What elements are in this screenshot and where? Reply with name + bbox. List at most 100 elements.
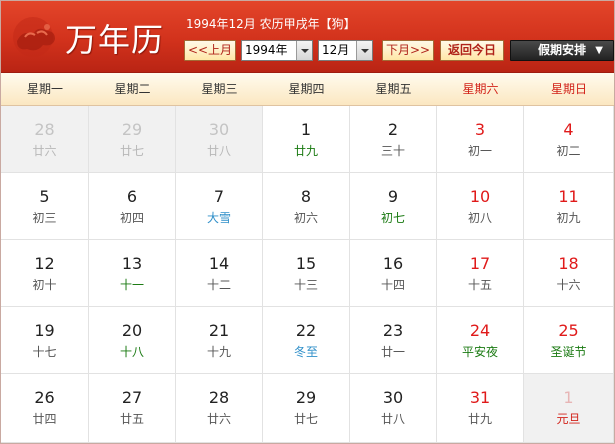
day-cell[interactable]: 3 初一 xyxy=(437,106,524,173)
lunar-date: 初二 xyxy=(556,144,581,158)
day-number: 22 xyxy=(295,321,317,340)
day-cell[interactable]: 9 初七 xyxy=(350,173,437,240)
lunar-date: 三十 xyxy=(380,144,405,158)
app-title: 万年历 xyxy=(65,21,165,59)
year-value: 1994年 xyxy=(245,43,288,57)
lunar-date: 十四 xyxy=(380,278,405,292)
day-number: 24 xyxy=(469,321,491,340)
weekday-label: 星期四 xyxy=(288,82,325,96)
weekday-header: 星期一 星期二 星期三 星期四 星期五 星期六 星期日 xyxy=(1,73,614,106)
lunar-date: 初四 xyxy=(119,211,144,225)
today-button[interactable]: 返回今日 xyxy=(440,40,504,61)
day-cell[interactable]: 31 廿九 xyxy=(437,374,524,443)
lunar-date: 廿九 xyxy=(467,412,492,426)
day-number: 7 xyxy=(213,187,225,206)
day-cell[interactable]: 20 十八 xyxy=(89,307,176,374)
day-cell[interactable]: 14 十二 xyxy=(176,240,263,307)
lunar-date: 初十 xyxy=(32,278,57,292)
lunar-date: 十三 xyxy=(293,278,318,292)
day-cell[interactable]: 5 初三 xyxy=(1,173,89,240)
day-cell[interactable]: 11 初九 xyxy=(524,173,614,240)
chevron-down-icon[interactable] xyxy=(356,41,372,60)
calendar: 万年历 1994年12月 农历甲戌年【狗】 <<上月 1994年 12月 下月>… xyxy=(0,0,615,444)
day-cell[interactable]: 21 十九 xyxy=(176,307,263,374)
day-cell[interactable]: 29 廿七 xyxy=(89,106,176,173)
day-cell[interactable]: 2 三十 xyxy=(350,106,437,173)
day-cell[interactable]: 25 圣诞节 xyxy=(524,307,614,374)
day-number: 23 xyxy=(382,321,404,340)
weekday-label: 星期六 xyxy=(462,82,499,96)
lunar-date: 圣诞节 xyxy=(550,345,587,359)
chevron-down-icon[interactable] xyxy=(296,41,312,60)
day-number: 8 xyxy=(300,187,312,206)
day-cell[interactable]: 13 十一 xyxy=(89,240,176,307)
day-number: 11 xyxy=(558,187,579,206)
weekday-label: 星期五 xyxy=(375,82,412,96)
lunar-date: 初七 xyxy=(380,211,405,225)
day-cell[interactable]: 30 廿八 xyxy=(350,374,437,443)
day-cell[interactable]: 12 初十 xyxy=(1,240,89,307)
day-cell[interactable]: 17 十五 xyxy=(437,240,524,307)
lunar-date: 廿八 xyxy=(206,144,231,158)
day-number: 16 xyxy=(382,254,404,273)
day-number: 1 xyxy=(563,388,574,407)
day-cell[interactable]: 18 十六 xyxy=(524,240,614,307)
day-number: 31 xyxy=(469,388,491,407)
lunar-date: 廿七 xyxy=(119,144,144,158)
day-number: 27 xyxy=(121,388,143,407)
holiday-schedule-button[interactable]: 假期安排 ▼ xyxy=(510,40,614,61)
day-cell[interactable]: 26 廿四 xyxy=(1,374,89,443)
lunar-date: 十一 xyxy=(119,278,144,292)
day-cell[interactable]: 10 初八 xyxy=(437,173,524,240)
day-number: 10 xyxy=(469,187,491,206)
day-cell[interactable]: 28 廿六 xyxy=(1,106,89,173)
holiday-schedule-label: 假期安排 xyxy=(537,43,586,57)
day-cell[interactable]: 7 大雪 xyxy=(176,173,263,240)
day-cell[interactable]: 27 廿五 xyxy=(89,374,176,443)
lunar-date: 十八 xyxy=(119,345,144,359)
lunar-date: 大雪 xyxy=(206,211,231,225)
day-cell[interactable]: 19 十七 xyxy=(1,307,89,374)
lunar-date: 初九 xyxy=(556,211,581,225)
lunar-date: 初三 xyxy=(32,211,57,225)
weekday-label: 星期一 xyxy=(26,82,63,96)
day-cell[interactable]: 1 元旦 xyxy=(524,374,614,443)
next-month-button[interactable]: 下月>> xyxy=(382,40,434,61)
day-number: 18 xyxy=(558,254,579,273)
day-cell[interactable]: 22 冬至 xyxy=(263,307,350,374)
day-number: 30 xyxy=(382,388,404,407)
day-cell[interactable]: 28 廿六 xyxy=(176,374,263,443)
calendar-header: 万年历 1994年12月 农历甲戌年【狗】 <<上月 1994年 12月 下月>… xyxy=(1,1,614,73)
lunar-date: 初八 xyxy=(467,211,492,225)
day-number: 20 xyxy=(121,321,143,340)
day-cell[interactable]: 15 十三 xyxy=(263,240,350,307)
day-cell[interactable]: 4 初二 xyxy=(524,106,614,173)
lunar-date: 廿九 xyxy=(293,144,318,158)
lunar-date: 初一 xyxy=(467,144,492,158)
prev-month-button[interactable]: <<上月 xyxy=(184,40,236,61)
day-cell[interactable]: 29 廿七 xyxy=(263,374,350,443)
day-number: 28 xyxy=(208,388,230,407)
day-number: 6 xyxy=(126,187,138,206)
day-cell[interactable]: 8 初六 xyxy=(263,173,350,240)
lunar-date: 平安夜 xyxy=(461,345,498,359)
day-cell[interactable]: 23 廿一 xyxy=(350,307,437,374)
day-number: 29 xyxy=(295,388,317,407)
day-cell[interactable]: 30 廿八 xyxy=(176,106,263,173)
day-number: 2 xyxy=(387,120,399,139)
day-cell[interactable]: 6 初四 xyxy=(89,173,176,240)
day-cell[interactable]: 16 十四 xyxy=(350,240,437,307)
day-number: 1 xyxy=(300,120,312,139)
year-select[interactable]: 1994年 xyxy=(241,40,313,61)
day-number: 15 xyxy=(295,254,317,273)
day-number: 14 xyxy=(208,254,230,273)
lunar-date: 廿七 xyxy=(293,412,318,426)
month-value: 12月 xyxy=(322,43,350,57)
month-select[interactable]: 12月 xyxy=(318,40,373,61)
lunar-date: 元旦 xyxy=(556,412,581,426)
day-cell[interactable]: 24 平安夜 xyxy=(437,307,524,374)
day-number: 4 xyxy=(563,120,574,139)
weekday-label: 星期三 xyxy=(201,82,238,96)
lunar-date: 十七 xyxy=(32,345,57,359)
day-cell[interactable]: 1 廿九 xyxy=(263,106,350,173)
